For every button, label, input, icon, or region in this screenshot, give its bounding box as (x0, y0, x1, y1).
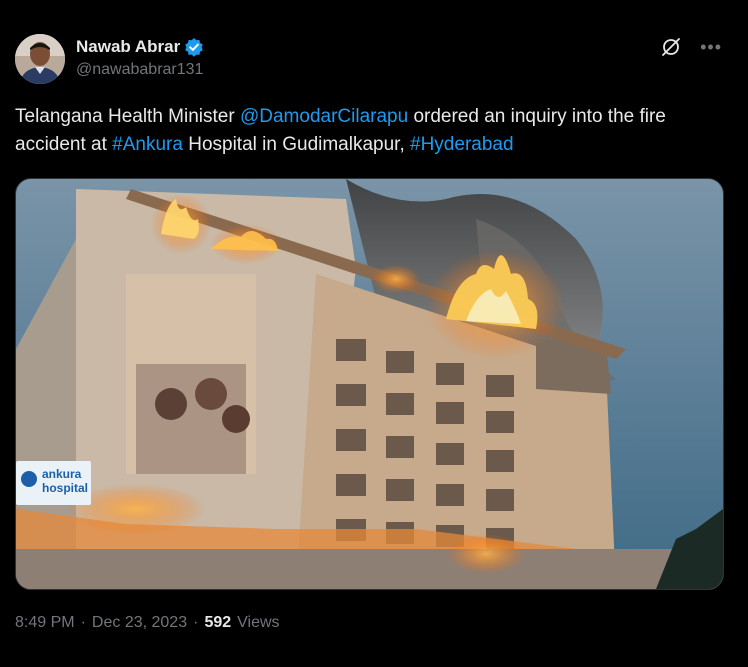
author-info: Nawab Abrar @nawababrar131 (76, 36, 204, 79)
author-avatar[interactable] (15, 34, 65, 84)
author-display-name[interactable]: Nawab Abrar (76, 37, 180, 57)
author-handle[interactable]: @nawababrar131 (76, 61, 204, 79)
tweet-media-image[interactable]: ankura hospital (15, 178, 724, 590)
meta-separator: · (193, 614, 199, 631)
more-horizontal-icon[interactable]: ••• (700, 38, 722, 56)
tweet-text: Telangana Health Minister @DamodarCilara… (15, 103, 715, 159)
verified-badge-icon[interactable] (184, 37, 204, 57)
sign-hospital: hospital (42, 481, 88, 495)
sign-ankura: ankura (42, 467, 82, 481)
hashtag-ankura-link[interactable]: #Ankura (112, 134, 183, 155)
mention-link[interactable]: @DamodarCilarapu (240, 106, 408, 127)
display-name-row: Nawab Abrar (76, 36, 204, 58)
avatar-image (15, 34, 65, 84)
tweet-text-part: Telangana Health Minister (15, 106, 240, 127)
views-count[interactable]: 592 (204, 614, 231, 632)
tweet-date[interactable]: Dec 23, 2023 (92, 614, 187, 632)
meta-separator: · (80, 614, 86, 631)
fire-building-photo: ankura hospital (16, 179, 723, 589)
tweet-top-actions: ••• (660, 36, 722, 58)
tweet: Nawab Abrar @nawababrar131 ••• Telangana… (0, 0, 748, 667)
tweet-text-part: Hospital in Gudimalkapur, (182, 134, 411, 155)
hashtag-hyderabad-link[interactable]: #Hyderabad (410, 134, 514, 155)
views-label: Views (237, 614, 280, 631)
tweet-meta: 8:49 PM · Dec 23, 2023 · 592 Views (15, 614, 280, 632)
grok-slash-icon[interactable] (660, 36, 682, 58)
tweet-time[interactable]: 8:49 PM (15, 614, 75, 632)
